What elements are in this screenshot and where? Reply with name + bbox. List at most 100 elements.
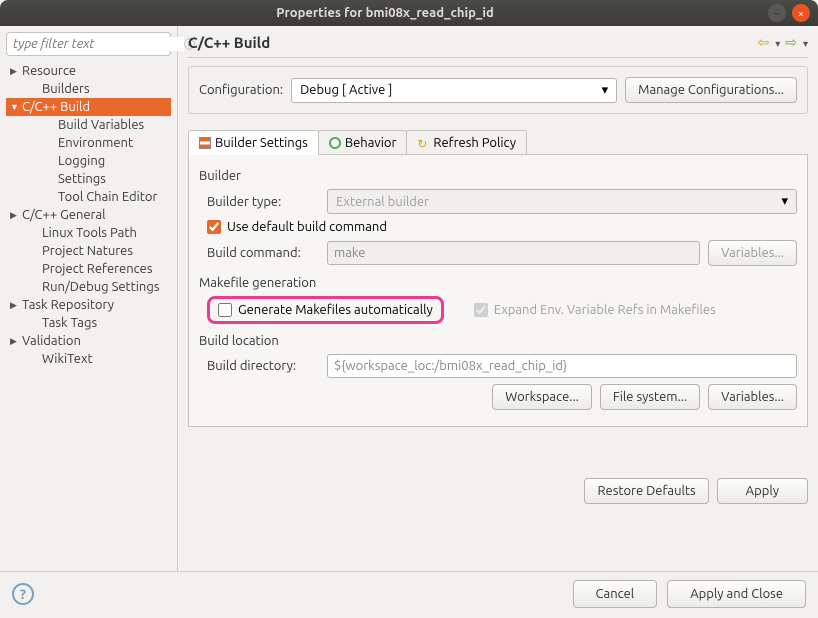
- window-title: Properties for bmi08x_read_chip_id: [8, 6, 762, 20]
- apply-button[interactable]: Apply: [717, 478, 808, 504]
- makefile-legend: Makefile generation: [199, 276, 797, 290]
- location-buttons: Workspace... File system... Variables...: [207, 384, 797, 410]
- builder-legend: Builder: [199, 169, 797, 183]
- forward-icon[interactable]: ⇨: [785, 34, 797, 50]
- tree-item-validation[interactable]: ▶Validation: [6, 332, 171, 350]
- tree-item-logging[interactable]: Logging: [6, 152, 171, 170]
- nav-arrows: ⇦ ⇨: [755, 34, 808, 51]
- tab-refresh-policy[interactable]: ↻ Refresh Policy: [406, 130, 527, 155]
- configuration-label: Configuration:: [199, 83, 283, 97]
- tree-item-resource[interactable]: ▶Resource: [6, 62, 171, 80]
- expand-env-label: Expand Env. Variable Refs in Makefiles: [494, 303, 716, 317]
- tree-item-run-debug-settings[interactable]: Run/Debug Settings: [6, 278, 171, 296]
- builder-type-row: Builder type: External builder ▾: [207, 189, 797, 214]
- filter-box[interactable]: ⓧ: [6, 32, 171, 56]
- content: ⓧ ▶ResourceBuilders▼C/C++ BuildBuild Var…: [0, 26, 818, 571]
- makefile-row: Generate Makefiles automatically Expand …: [207, 296, 797, 324]
- tree-item-tool-chain-editor[interactable]: Tool Chain Editor: [6, 188, 171, 206]
- dot-icon: [329, 137, 341, 149]
- tree-item-label: Tool Chain Editor: [58, 190, 157, 204]
- builder-type-select[interactable]: External builder ▾: [327, 189, 797, 214]
- chevron-right-icon[interactable]: ▶: [10, 210, 22, 221]
- chevron-down-icon: ▾: [602, 83, 609, 98]
- generate-makefiles-row: Generate Makefiles automatically: [218, 303, 433, 317]
- generate-makefiles-label: Generate Makefiles automatically: [238, 303, 433, 317]
- tree-item-label: Logging: [58, 154, 105, 168]
- minimize-button[interactable]: –: [768, 4, 786, 22]
- chevron-down-icon[interactable]: ▼: [10, 102, 22, 112]
- sidebar: ⓧ ▶ResourceBuilders▼C/C++ BuildBuild Var…: [0, 26, 178, 571]
- page-title: C/C++ Build: [188, 34, 755, 51]
- configuration-row: Configuration: Debug [ Active ] ▾ Manage…: [188, 66, 808, 114]
- filter-input[interactable]: [13, 37, 184, 51]
- tree-item-label: C/C++ General: [22, 208, 106, 222]
- back-menu[interactable]: [771, 34, 780, 50]
- tree-item-label: Project Natures: [42, 244, 133, 258]
- footer: ? Cancel Apply and Close: [0, 571, 818, 618]
- tree-item-label: Resource: [22, 64, 76, 78]
- tree-item-task-tags[interactable]: Task Tags: [6, 314, 171, 332]
- tree-item-project-references[interactable]: Project References: [6, 260, 171, 278]
- tab-behavior[interactable]: Behavior: [318, 130, 408, 155]
- chevron-down-icon: ▾: [781, 194, 788, 209]
- tree-item-builders[interactable]: Builders: [6, 80, 171, 98]
- filesystem-button[interactable]: File system...: [600, 384, 700, 410]
- tree-item-label: Run/Debug Settings: [42, 280, 159, 294]
- list-icon: [199, 137, 211, 149]
- back-icon[interactable]: ⇦: [757, 34, 769, 50]
- tree-item-label: Environment: [58, 136, 133, 150]
- build-location-legend: Build location: [199, 334, 797, 348]
- build-command-row: Build command: Variables...: [207, 240, 797, 266]
- tree-item-label: Settings: [58, 172, 106, 186]
- tree-item-label: Builders: [42, 82, 90, 96]
- tree-item-task-repository[interactable]: ▶Task Repository: [6, 296, 171, 314]
- generate-makefiles-checkbox[interactable]: [218, 303, 232, 317]
- use-default-row: Use default build command: [207, 220, 797, 234]
- tree-item-c-c-build[interactable]: ▼C/C++ Build: [6, 98, 171, 116]
- tree-item-label: Task Tags: [42, 316, 97, 330]
- panel-actions: Restore Defaults Apply: [188, 478, 808, 504]
- build-dir-input[interactable]: [327, 354, 797, 378]
- close-button[interactable]: ×: [792, 4, 810, 22]
- nav-tree: ▶ResourceBuilders▼C/C++ BuildBuild Varia…: [6, 62, 171, 565]
- configuration-select[interactable]: Debug [ Active ] ▾: [291, 78, 617, 103]
- tree-item-label: WikiText: [42, 352, 93, 366]
- tree-item-label: Task Repository: [22, 298, 114, 312]
- tree-item-settings[interactable]: Settings: [6, 170, 171, 188]
- main-panel: C/C++ Build ⇦ ⇨ Configuration: Debug [ A…: [178, 26, 818, 571]
- chevron-right-icon[interactable]: ▶: [10, 66, 22, 77]
- tree-item-c-c-general[interactable]: ▶C/C++ General: [6, 206, 171, 224]
- refresh-icon: ↻: [417, 137, 429, 149]
- main-header: C/C++ Build ⇦ ⇨: [188, 34, 808, 58]
- use-default-checkbox[interactable]: [207, 220, 221, 234]
- expand-env-checkbox: [474, 303, 488, 317]
- tab-builder-settings[interactable]: Builder Settings: [188, 130, 319, 155]
- chevron-right-icon[interactable]: ▶: [10, 300, 22, 311]
- forward-menu[interactable]: [799, 34, 808, 50]
- build-command-input[interactable]: [327, 241, 700, 265]
- build-dir-row: Build directory:: [207, 354, 797, 378]
- titlebar: Properties for bmi08x_read_chip_id – ×: [0, 0, 818, 26]
- configuration-value: Debug [ Active ]: [300, 83, 392, 97]
- tree-item-label: Build Variables: [58, 118, 144, 132]
- tree-item-project-natures[interactable]: Project Natures: [6, 242, 171, 260]
- tree-item-label: C/C++ Build: [22, 100, 90, 114]
- tree-item-environment[interactable]: Environment: [6, 134, 171, 152]
- build-variables-button[interactable]: Variables...: [708, 240, 797, 266]
- help-icon[interactable]: ?: [12, 583, 34, 605]
- manage-configurations-button[interactable]: Manage Configurations...: [625, 77, 797, 103]
- location-variables-button[interactable]: Variables...: [708, 384, 797, 410]
- workspace-button[interactable]: Workspace...: [492, 384, 592, 410]
- chevron-right-icon[interactable]: ▶: [10, 336, 22, 347]
- cancel-button[interactable]: Cancel: [573, 580, 658, 608]
- tree-item-linux-tools-path[interactable]: Linux Tools Path: [6, 224, 171, 242]
- apply-close-button[interactable]: Apply and Close: [667, 580, 806, 608]
- expand-env-row: Expand Env. Variable Refs in Makefiles: [474, 303, 716, 317]
- tree-item-build-variables[interactable]: Build Variables: [6, 116, 171, 134]
- tree-item-label: Validation: [22, 334, 81, 348]
- use-default-label: Use default build command: [227, 220, 387, 234]
- restore-defaults-button[interactable]: Restore Defaults: [584, 478, 708, 504]
- tabs: Builder Settings Behavior ↻ Refresh Poli…: [188, 130, 808, 155]
- tree-item-wikitext[interactable]: WikiText: [6, 350, 171, 368]
- tab-panel: Builder Builder type: External builder ▾…: [188, 154, 808, 427]
